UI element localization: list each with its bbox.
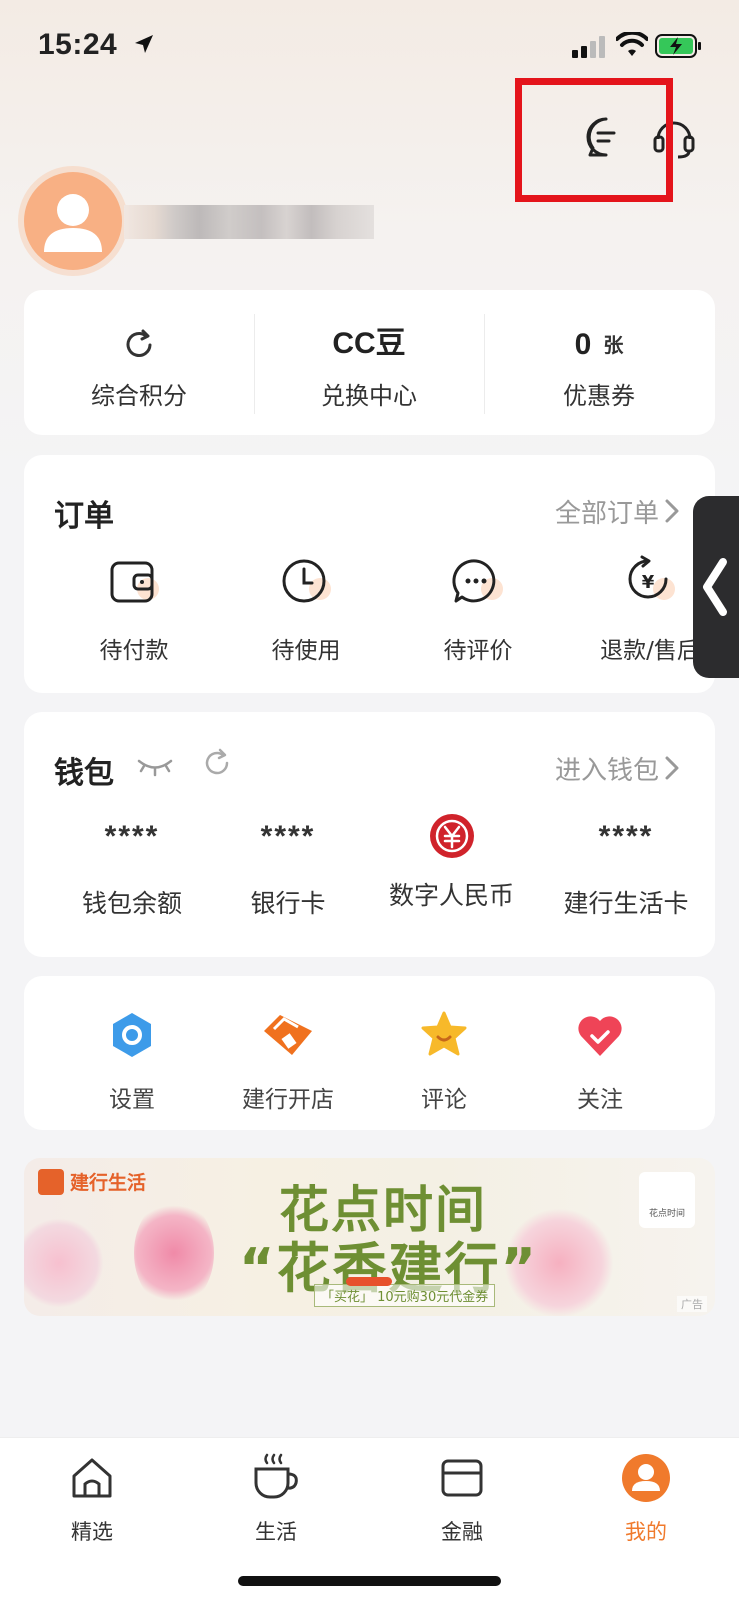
tab-life[interactable]: 生活: [216, 1438, 336, 1546]
tool-label: 评论: [421, 1087, 467, 1113]
exchange-label: 兑换中心: [321, 382, 417, 410]
status-time: 15:24: [38, 28, 118, 61]
bank-card-label: 银行卡: [250, 889, 326, 918]
chevron-right-icon[interactable]: [665, 499, 679, 523]
chevron-left-icon: [703, 558, 727, 616]
refresh-icon[interactable]: [122, 328, 156, 362]
enter-wallet-link[interactable]: 进入钱包: [555, 750, 659, 787]
flowerplus-logo-text: 花点时间: [648, 1209, 685, 1219]
star-icon: [421, 1011, 467, 1056]
battery-charging-icon: [655, 34, 701, 58]
status-bar: 15:24: [0, 0, 739, 90]
clock-icon: [282, 559, 331, 603]
wallet-balance-value: ****: [104, 820, 160, 853]
bank-card-value: ****: [260, 820, 316, 853]
points-label: 综合积分: [91, 382, 187, 410]
avatar[interactable]: [24, 172, 122, 270]
shop-icon: [264, 1015, 312, 1055]
digital-rmb[interactable]: 数字人民币: [364, 812, 539, 912]
username-blurred: [124, 205, 374, 239]
wallet-balance[interactable]: **** 钱包余额: [52, 820, 212, 920]
wallet-balance-label: 钱包余额: [81, 889, 182, 918]
wallet-icon: [110, 561, 159, 603]
bank-card[interactable]: **** 银行卡: [208, 820, 368, 920]
promo-banner[interactable]: 建行生活 花点时间 “花香建行” 「买花」 10元购30元代金券 花点时间 广告: [24, 1158, 715, 1316]
wallet-title: 钱包: [54, 756, 114, 791]
order-pending-payment[interactable]: 待付款: [48, 553, 220, 665]
order-item-label: 待付款: [99, 638, 169, 664]
order-item-label: 待评价: [443, 638, 513, 664]
tool-label: 设置: [109, 1087, 155, 1113]
refresh-icon[interactable]: [202, 748, 232, 778]
side-drawer-tab[interactable]: [693, 496, 739, 678]
coupon-unit: 张: [603, 333, 624, 357]
tab-label: 金融: [441, 1520, 483, 1544]
ccb-life-card-value: ****: [598, 820, 654, 853]
wallet-card: 钱包 进入钱包 **** 钱包余额 **** 银行卡 数字人民币 **** 建行…: [24, 712, 715, 957]
chevron-right-icon[interactable]: [665, 756, 679, 780]
coupon-label: 优惠券: [563, 382, 635, 410]
banner-offer: 「买花」 10元购30元代金券: [314, 1284, 496, 1307]
banner-page-indicator: [346, 1277, 392, 1286]
ccb-life-logo: [38, 1168, 64, 1195]
card-icon: [441, 1459, 483, 1497]
flowerplus-logo: 花点时间: [639, 1172, 695, 1228]
tool-open-shop[interactable]: 建行开店: [208, 1006, 368, 1114]
order-item-label: 待使用: [271, 638, 341, 664]
banner-brand-text: 建行生活: [70, 1172, 147, 1194]
ad-label: 广告: [677, 1296, 707, 1312]
profile-icon: [622, 1454, 670, 1502]
eye-closed-icon[interactable]: [136, 756, 174, 778]
tab-label: 我的: [625, 1520, 667, 1544]
tool-label: 关注: [577, 1087, 623, 1113]
order-to-review[interactable]: 待评价: [392, 553, 564, 665]
digital-rmb-label: 数字人民币: [388, 881, 514, 910]
comment-icon: [452, 559, 503, 603]
refund-icon: ¥: [628, 555, 675, 600]
cc-bean-value: CC豆: [332, 327, 406, 360]
tool-settings[interactable]: 设置: [52, 1006, 212, 1114]
banner-flower-decoration: [24, 1218, 104, 1308]
coupon-count: 0: [574, 328, 592, 361]
tools-card: 设置 建行开店 评论 关注: [24, 976, 715, 1130]
banner-flower-decoration: [134, 1198, 214, 1308]
ccb-life-card-label: 建行生活卡: [563, 889, 689, 918]
order-to-use[interactable]: 待使用: [220, 553, 392, 665]
settings-icon: [113, 1013, 151, 1057]
tab-featured[interactable]: 精选: [32, 1438, 152, 1546]
tool-follow[interactable]: 关注: [520, 1006, 680, 1114]
heart-icon: [578, 1016, 622, 1056]
tab-mine[interactable]: 我的: [586, 1438, 706, 1546]
tool-label: 建行开店: [242, 1087, 334, 1113]
coffee-icon: [254, 1453, 298, 1499]
tab-label: 生活: [255, 1520, 297, 1544]
home-indicator: [238, 1576, 501, 1586]
signal-icon: [572, 36, 605, 58]
tab-label: 精选: [71, 1520, 113, 1544]
points-item-score[interactable]: 综合积分: [24, 290, 254, 435]
user-icon: [44, 194, 102, 252]
home-icon: [72, 1458, 112, 1498]
orders-title: 订单: [54, 499, 114, 534]
ccb-life-card[interactable]: **** 建行生活卡: [546, 820, 706, 920]
wifi-icon: [616, 32, 648, 56]
all-orders-link[interactable]: 全部订单: [555, 493, 659, 530]
points-card: 综合积分 CC豆 兑换中心 0张 优惠券: [24, 290, 715, 435]
digital-rmb-icon: [429, 814, 474, 858]
banner-brand: 建行生活: [38, 1168, 146, 1195]
tab-finance[interactable]: 金融: [402, 1438, 522, 1546]
location-arrow-icon: [135, 35, 153, 53]
points-item-coupon[interactable]: 0张 优惠券: [484, 290, 714, 435]
orders-card: 订单 全部订单 待付款 待使用 待评价 ¥ 退款/售后: [24, 455, 715, 693]
svg-text:¥: ¥: [642, 572, 655, 593]
tool-review[interactable]: 评论: [364, 1006, 524, 1114]
highlight-annotation-box: [515, 78, 673, 202]
points-item-exchange[interactable]: CC豆 兑换中心: [254, 290, 484, 435]
